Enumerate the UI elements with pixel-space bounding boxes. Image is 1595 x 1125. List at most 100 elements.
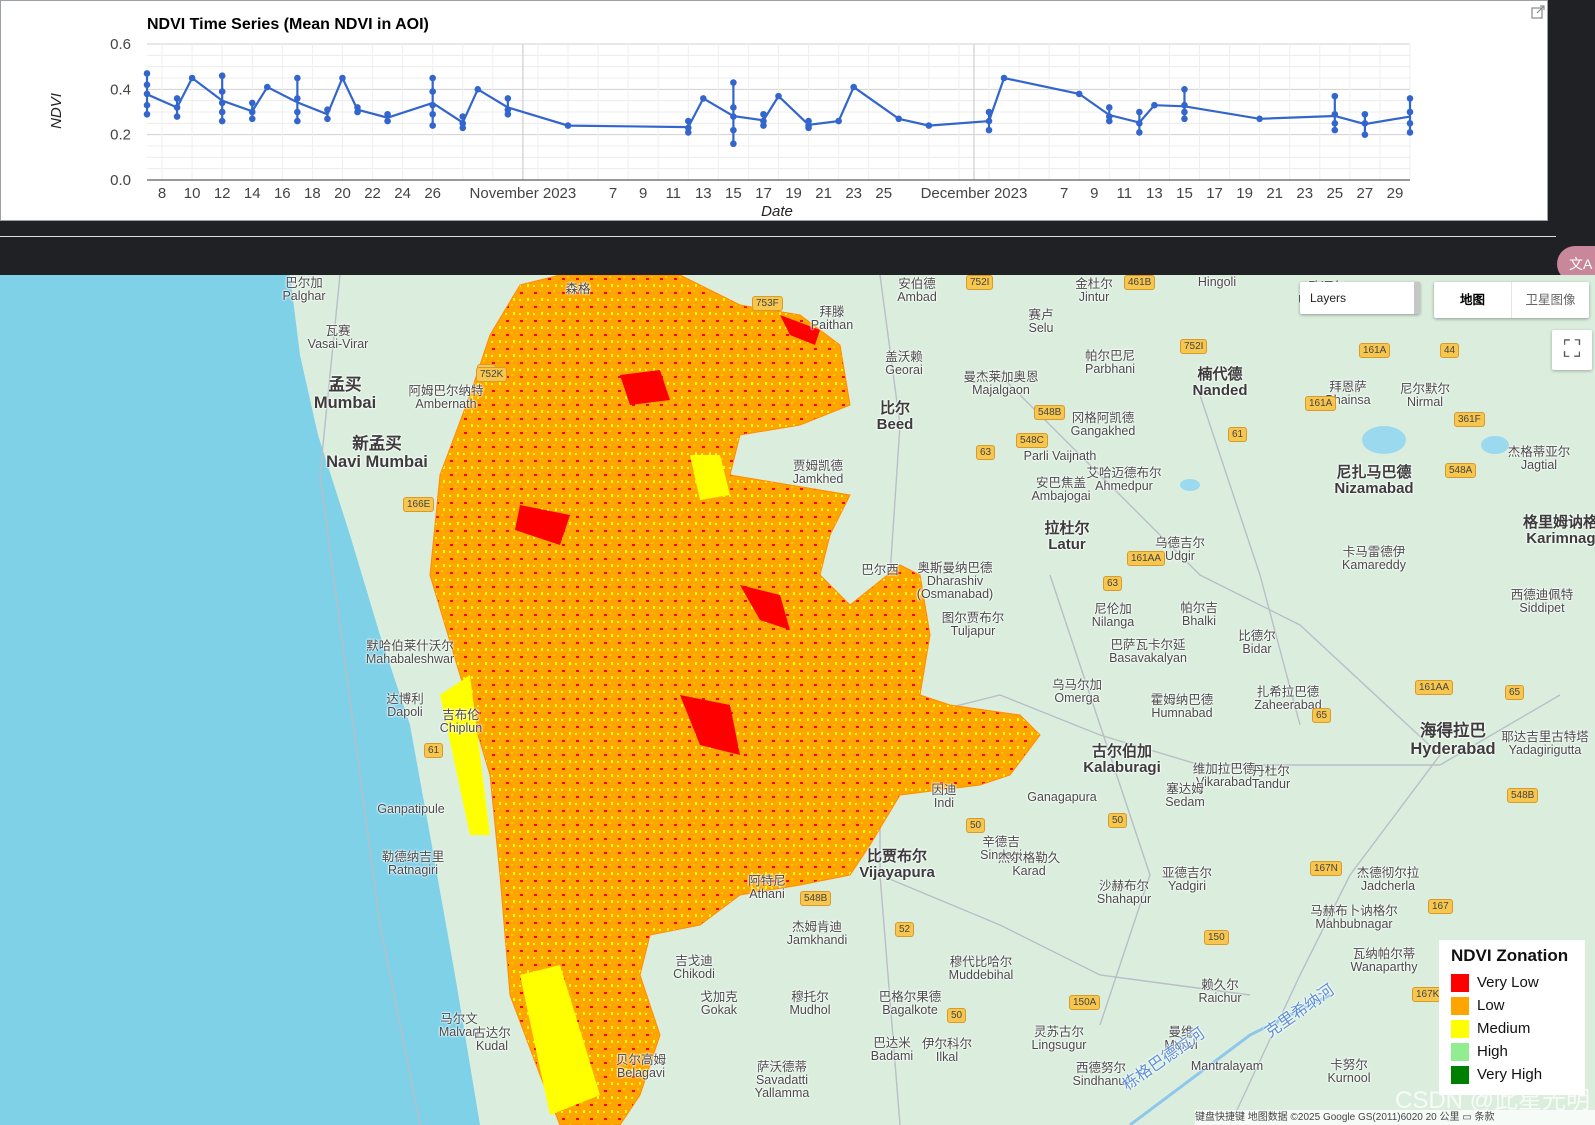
ndvi-data-point <box>1136 129 1143 136</box>
road-shield: 161A <box>1359 343 1391 358</box>
ndvi-data-point <box>218 117 226 125</box>
map-place-label: 盖沃赖 Georai <box>885 350 923 377</box>
ndvi-data-point <box>504 95 512 102</box>
x-tick-label: 25 <box>875 185 892 202</box>
ndvi-data-point <box>835 117 842 125</box>
reservoir <box>1362 426 1406 454</box>
ndvi-data-point <box>173 113 181 120</box>
map-place-label: 巴尔加 Palghar <box>282 276 326 303</box>
chart-title: NDVI Time Series (Mean NDVI in AOI) <box>147 16 429 33</box>
ndvi-data-point <box>173 95 181 102</box>
road-shield: 548B <box>1034 405 1066 420</box>
x-tick-label: 7 <box>609 185 617 202</box>
map-view[interactable]: 巴尔加 Palghar 瓦赛 Vasai-Virar 孟买 Mumbai 阿姆巴尔纳特… <box>0 275 1595 1125</box>
ndvi-data-point <box>805 124 812 132</box>
y-tick-label: 0.4 <box>110 81 131 98</box>
road-shield: 61 <box>1228 427 1248 442</box>
map-type-map-button[interactable]: 地图 <box>1434 282 1511 318</box>
ndvi-data-point <box>684 129 692 136</box>
map-place-label: Ganpatipule <box>377 802 445 816</box>
map-place-label: Ganagapura <box>1027 790 1097 804</box>
map-place-label: 新孟买 Navi Mumbai <box>326 435 428 471</box>
x-tick-label: 10 <box>184 185 201 202</box>
map-place-label: 卡努尔 Kurnool <box>1327 1058 1371 1085</box>
map-place-label: 丹杜尔 Tandur <box>1251 764 1291 791</box>
road-shield: 548B <box>800 891 832 906</box>
map-place-label: 吉布伦 Chiplun <box>439 708 483 735</box>
ndvi-data-point <box>143 81 151 89</box>
map-place-label: 耶达吉里古特塔 Yadagirigutta <box>1501 730 1589 757</box>
ndvi-data-point <box>1331 110 1339 118</box>
popout-icon[interactable] <box>1531 5 1545 19</box>
ndvi-data-point <box>1361 110 1369 118</box>
x-tick-label: 11 <box>665 185 681 202</box>
road-shield: 65 <box>1312 708 1332 723</box>
road-shield: 167N <box>1310 861 1342 876</box>
ndvi-data-point <box>143 101 151 109</box>
x-tick-label: 21 <box>815 185 832 202</box>
ndvi-data-point <box>730 79 737 86</box>
map-place-label: 孟买 Mumbai <box>313 376 377 412</box>
map-place-label: 格里姆讷格尔 Karimnagar <box>1522 514 1595 547</box>
map-place-label: 穆代比哈尔 Muddebihal <box>948 955 1014 982</box>
map-place-label: 马赫布卜讷格尔 Mahbubnagar <box>1310 904 1398 931</box>
x-tick-label: 25 <box>1326 185 1343 202</box>
ndvi-data-point <box>248 99 256 107</box>
x-tick-label: 27 <box>1357 185 1374 202</box>
map-place-label: 灵苏古尔 Lingsugur <box>1031 1025 1087 1052</box>
map-place-label: 默哈伯莱什沃尔 Mahabaleshwar <box>365 639 455 666</box>
ndvi-data-point <box>1000 74 1008 82</box>
map-place-label: 巴达米 Badami <box>870 1036 914 1063</box>
road-shield: 65 <box>1505 685 1525 700</box>
layers-scrollbar[interactable] <box>1414 282 1420 314</box>
y-axis-label: NDVI <box>48 93 65 129</box>
ndvi-data-point <box>1105 104 1113 111</box>
fullscreen-icon[interactable]: ⛶ <box>1552 330 1592 370</box>
ndvi-data-point <box>1406 129 1414 136</box>
ndvi-data-point <box>1181 115 1188 123</box>
map-place-label: Parli Vaijnath <box>1023 449 1097 463</box>
x-tick-label: 15 <box>1176 185 1193 202</box>
x-tick-label: 17 <box>755 185 772 202</box>
x-tick-label: 23 <box>845 185 862 202</box>
ndvi-data-point <box>188 74 196 82</box>
map-place-label: 杰德彻尔拉 Jadcherla <box>1356 866 1420 893</box>
ndvi-data-point <box>1105 117 1113 125</box>
road-shield: 361F <box>1454 412 1485 427</box>
road-shield: 61 <box>424 743 444 758</box>
x-tick-label: 24 <box>394 185 411 202</box>
ndvi-data-point <box>294 108 301 116</box>
road-shield: 548C <box>1016 433 1048 448</box>
ndvi-data-point <box>294 74 301 82</box>
map-place-label: 因迪 Indi <box>931 783 957 810</box>
map-place-label: 尼扎马巴德 Nizamabad <box>1334 464 1414 497</box>
ndvi-data-point <box>474 86 482 93</box>
x-tick-label: November 2023 <box>470 185 577 202</box>
road-shield: 63 <box>976 445 996 460</box>
layers-control[interactable]: Layers <box>1300 282 1420 314</box>
map-place-label: 阿特尼 Athani <box>748 874 786 901</box>
map-type-satellite-button[interactable]: 卫星图像 <box>1511 282 1589 318</box>
ndvi-data-point <box>384 117 391 125</box>
legend-item: Low <box>1451 994 1573 1017</box>
x-tick-label: 29 <box>1387 185 1404 202</box>
ndvi-data-point <box>564 122 572 129</box>
ndvi-data-point <box>218 72 226 80</box>
ndvi-data-point <box>1181 101 1188 109</box>
ndvi-data-point <box>504 110 512 118</box>
ndvi-data-point <box>218 88 226 95</box>
map-place-label: 海得拉巴 Hyderabad <box>1410 722 1496 758</box>
map-place-label: 拜滕 Paithan <box>810 305 854 332</box>
road-shield: 63 <box>1103 576 1123 591</box>
watermark: CSDN @此星光明 <box>1395 1087 1591 1114</box>
map-place-label: 沙赫布尔 Shahapur <box>1096 879 1152 906</box>
ndvi-data-point <box>1406 120 1414 127</box>
map-place-label: 赛卢 Selu <box>1028 308 1054 335</box>
ndvi-data-point <box>1181 86 1188 93</box>
map-place-label: 金杜尔 Jintur <box>1075 277 1113 304</box>
x-tick-label: December 2023 <box>921 185 1028 202</box>
x-tick-label: 16 <box>274 185 291 202</box>
y-tick-label: 0.6 <box>110 36 131 53</box>
x-tick-label: 9 <box>1090 185 1098 202</box>
map-place-label: 巴萨瓦卡尔延 Basavakalyan <box>1109 638 1187 665</box>
